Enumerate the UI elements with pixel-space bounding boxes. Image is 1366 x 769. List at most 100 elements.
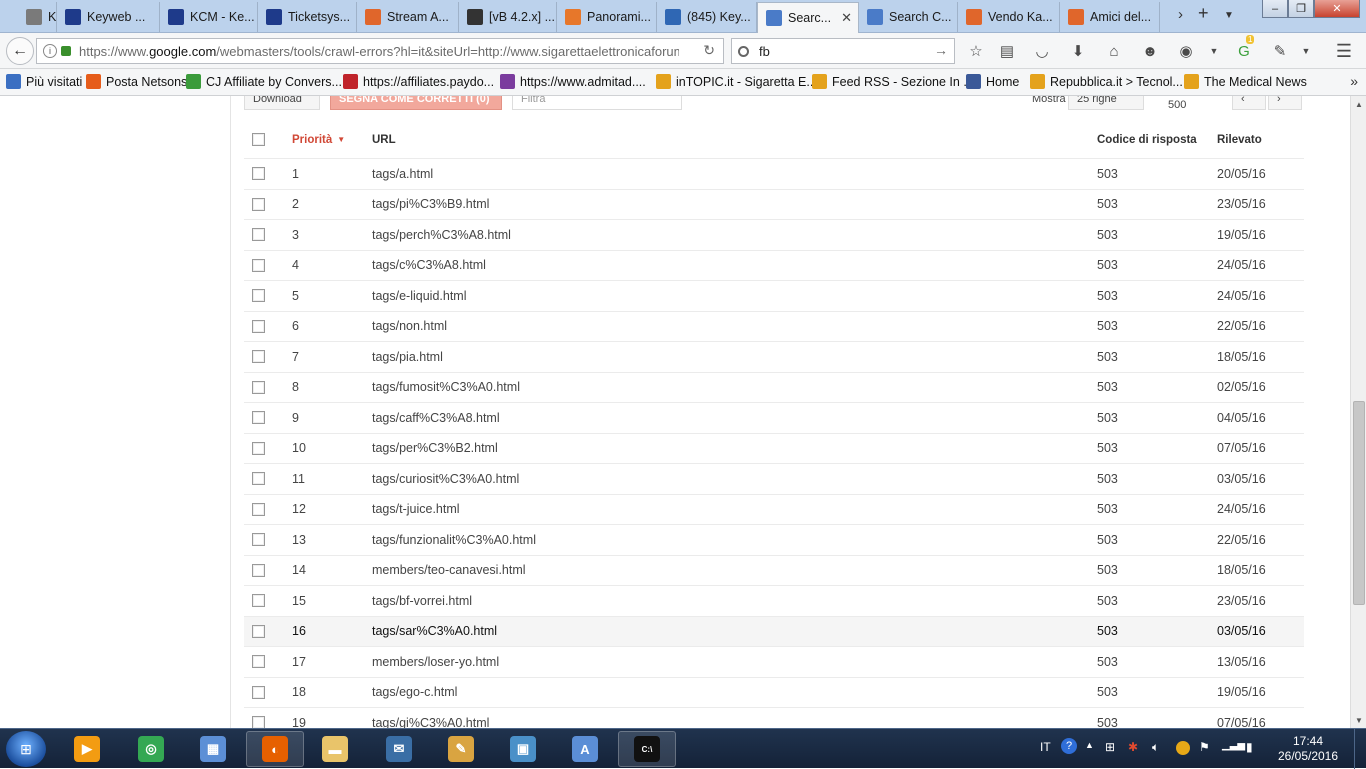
url-cell[interactable]: tags/t-juice.html xyxy=(372,495,460,525)
url-cell[interactable]: tags/gi%C3%A0.html xyxy=(372,708,489,728)
table-row[interactable]: 9 tags/caff%C3%A8.html 503 04/05/16 xyxy=(244,403,1304,434)
bookmark-item[interactable]: Repubblica.it > Tecnol... xyxy=(1030,74,1183,89)
scroll-down-icon[interactable]: ▼ xyxy=(1351,712,1366,728)
volume-icon[interactable]: 🔈︎ xyxy=(1152,740,1159,755)
table-row[interactable]: 2 tags/pi%C3%B9.html 503 23/05/16 xyxy=(244,190,1304,220)
url-cell[interactable]: tags/fumosit%C3%A0.html xyxy=(372,373,520,403)
tab-11[interactable]: Vendo Ka... xyxy=(958,2,1060,32)
language-indicator[interactable]: IT xyxy=(1040,740,1051,754)
table-row[interactable]: 7 tags/pia.html 503 18/05/16 xyxy=(244,342,1304,373)
row-checkbox[interactable] xyxy=(252,533,265,547)
row-checkbox[interactable] xyxy=(252,502,265,516)
extension-g-icon[interactable]: G1 xyxy=(1234,35,1255,61)
home-icon[interactable]: ⌂ xyxy=(1104,41,1124,61)
taskbar-media-player-button[interactable]: ▶ xyxy=(58,731,116,767)
bookmark-item[interactable]: Home xyxy=(966,74,1019,89)
antivirus-icon[interactable]: ✱ xyxy=(1128,740,1138,754)
bookmark-item[interactable]: CJ Affiliate by Convers... xyxy=(186,74,342,89)
url-cell[interactable]: tags/ego-c.html xyxy=(372,678,457,708)
table-row[interactable]: 13 tags/funzionalit%C3%A0.html 503 22/05/16 xyxy=(244,525,1304,556)
row-checkbox[interactable] xyxy=(252,441,265,455)
row-checkbox[interactable] xyxy=(252,563,265,577)
back-button[interactable]: ← xyxy=(6,37,34,65)
clock[interactable]: 17:44 26/05/2016 xyxy=(1270,734,1346,764)
url-cell[interactable]: tags/c%C3%A8.html xyxy=(372,251,486,281)
chat-icon[interactable]: ☻ xyxy=(1140,41,1160,61)
taskbar-apps-button[interactable]: ▦ xyxy=(184,731,242,767)
search-input[interactable]: fb → xyxy=(731,38,955,64)
mark-fixed-button[interactable]: SEGNA COME CORRETTI (0) xyxy=(330,96,502,110)
tab-1[interactable]: Ke... xyxy=(18,2,57,32)
taskbar-cmd-button[interactable]: C:\ xyxy=(618,731,676,767)
tab-10[interactable]: Search C... xyxy=(859,2,958,32)
taskbar-photo-viewer-button[interactable]: ▣ xyxy=(494,731,552,767)
url-header[interactable]: URL xyxy=(372,121,396,158)
network-signal-icon[interactable]: ▁▃▅ xyxy=(1222,740,1245,751)
rows-per-page-select[interactable]: 25 righe xyxy=(1068,96,1144,110)
url-cell[interactable]: members/teo-canavesi.html xyxy=(372,556,526,586)
row-checkbox[interactable] xyxy=(252,319,265,333)
maximize-button[interactable]: ❐ xyxy=(1288,0,1314,18)
tab-12[interactable]: Amici del... xyxy=(1060,2,1160,32)
bookmark-item[interactable]: The Medical News xyxy=(1184,74,1307,89)
table-row[interactable]: 10 tags/per%C3%B2.html 503 07/05/16 xyxy=(244,434,1304,464)
table-row[interactable]: 18 tags/ego-c.html 503 19/05/16 xyxy=(244,678,1304,708)
bookmark-item[interactable]: inTOPIC.it - Sigaretta E... xyxy=(656,74,817,89)
url-cell[interactable]: tags/funzionalit%C3%A0.html xyxy=(372,525,536,555)
url-cell[interactable]: tags/curiosit%C3%A0.html xyxy=(372,464,519,494)
show-desktop-button[interactable] xyxy=(1354,729,1366,769)
row-checkbox[interactable] xyxy=(252,472,265,486)
taskbar-wordpad-button[interactable]: A xyxy=(556,731,614,767)
tab-4[interactable]: Ticketsys... xyxy=(258,2,357,32)
bookmark-item[interactable]: https://www.admitad.... xyxy=(500,74,646,89)
table-row[interactable]: 16 tags/sar%C3%A0.html 503 03/05/16 xyxy=(244,616,1304,647)
download-button[interactable]: Download xyxy=(244,96,320,110)
table-row[interactable]: 19 tags/gi%C3%A0.html 503 07/05/16 xyxy=(244,708,1304,728)
taskbar-thunderbird-button[interactable]: ✉ xyxy=(370,731,428,767)
extension-dropdown-icon[interactable]: ▼ xyxy=(1296,41,1316,61)
table-row[interactable]: 1 tags/a.html 503 20/05/16 xyxy=(244,159,1304,190)
taskbar-chrome-button[interactable]: ◎ xyxy=(122,731,180,767)
table-row[interactable]: 14 members/teo-canavesi.html 503 18/05/16 xyxy=(244,556,1304,586)
row-checkbox[interactable] xyxy=(252,228,265,242)
row-checkbox[interactable] xyxy=(252,655,265,669)
minimize-button[interactable]: ‒ xyxy=(1262,0,1288,18)
extension-tool-icon[interactable]: ✎ xyxy=(1270,41,1290,61)
tab-scroll-right-icon[interactable]: › xyxy=(1178,6,1183,23)
info-icon[interactable]: i xyxy=(43,44,57,58)
table-row[interactable]: 5 tags/e-liquid.html 503 24/05/16 xyxy=(244,281,1304,312)
url-cell[interactable]: tags/perch%C3%A8.html xyxy=(372,220,511,250)
url-cell[interactable]: members/loser-yo.html xyxy=(372,647,499,677)
next-page-button[interactable]: › xyxy=(1268,96,1302,110)
url-cell[interactable]: tags/bf-vorrei.html xyxy=(372,586,472,616)
row-checkbox[interactable] xyxy=(252,167,265,181)
tab-3[interactable]: KCM - Ke... xyxy=(160,2,258,32)
tab-8[interactable]: (845) Key... xyxy=(657,2,757,32)
row-checkbox[interactable] xyxy=(252,350,265,364)
row-checkbox[interactable] xyxy=(252,624,265,638)
bookmark-item[interactable]: Feed RSS - Sezione In ... xyxy=(812,74,974,89)
response-code-header[interactable]: Codice di risposta xyxy=(1097,121,1197,158)
prev-page-button[interactable]: ‹ xyxy=(1232,96,1266,110)
row-checkbox[interactable] xyxy=(252,289,265,303)
table-row[interactable]: 17 members/loser-yo.html 503 13/05/16 xyxy=(244,647,1304,678)
table-row[interactable]: 12 tags/t-juice.html 503 24/05/16 xyxy=(244,495,1304,525)
taskbar-firefox-button[interactable]: ◐ xyxy=(246,731,304,767)
windows-flag-icon[interactable]: ⊞ xyxy=(1105,740,1115,754)
url-cell[interactable]: tags/a.html xyxy=(372,159,433,189)
select-all-checkbox[interactable] xyxy=(252,133,265,146)
tab-5[interactable]: Stream A... xyxy=(357,2,459,32)
tray-app-icon[interactable] xyxy=(1176,741,1190,755)
row-checkbox[interactable] xyxy=(252,197,265,211)
search-go-icon[interactable]: → xyxy=(934,42,948,58)
tab-7[interactable]: Panorami... xyxy=(557,2,657,32)
url-bar[interactable]: i https://www.google.com/webmasters/tool… xyxy=(36,38,724,64)
taskbar-paint-button[interactable]: ✎ xyxy=(432,731,490,767)
scrollbar-thumb[interactable] xyxy=(1353,401,1365,605)
table-row[interactable]: 15 tags/bf-vorrei.html 503 23/05/16 xyxy=(244,586,1304,617)
url-cell[interactable]: tags/caff%C3%A8.html xyxy=(372,403,500,433)
bookmark-star-icon[interactable]: ☆ xyxy=(966,41,986,61)
table-row[interactable]: 11 tags/curiosit%C3%A0.html 503 03/05/16 xyxy=(244,464,1304,495)
pocket-icon[interactable]: ◡ xyxy=(1032,41,1052,61)
tab-2[interactable]: Keyweb ... xyxy=(57,2,160,32)
